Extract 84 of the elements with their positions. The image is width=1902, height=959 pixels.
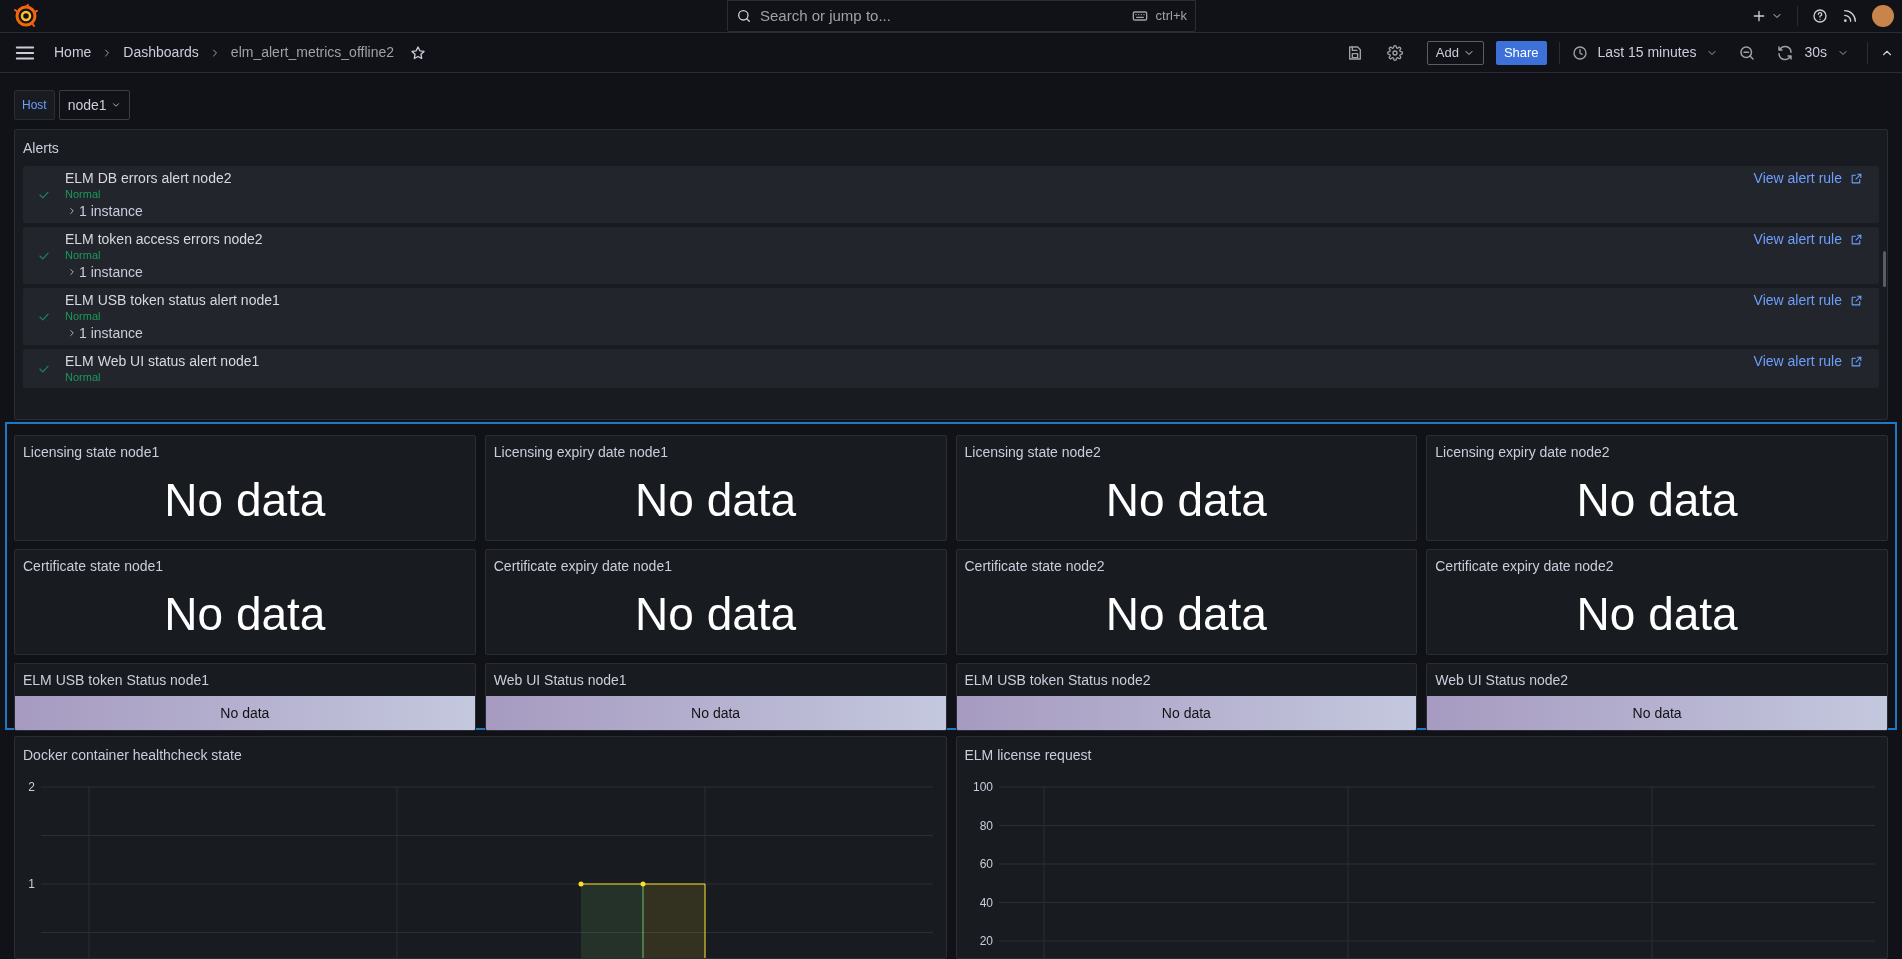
panel-title: Certificate expiry date node2 xyxy=(1434,556,1615,576)
y-axis-label: 40 xyxy=(979,895,993,910)
panel-title: Licensing state node2 xyxy=(963,442,1102,462)
alert-name: ELM Web UI status alert node1 xyxy=(65,352,260,370)
stat-value: No data xyxy=(634,473,798,528)
add-button[interactable]: Add xyxy=(1426,40,1484,65)
rss-icon[interactable] xyxy=(1842,8,1858,24)
chevron-right-icon xyxy=(67,206,77,216)
save-icon[interactable] xyxy=(1346,44,1363,61)
panel-title: ELM USB token Status node1 xyxy=(22,670,210,690)
status-bar: No data xyxy=(485,696,946,730)
panel-title: Docker container healthcheck state xyxy=(22,745,243,765)
breadcrumb-link[interactable]: Home xyxy=(54,42,92,63)
variable-label: Host xyxy=(14,90,55,120)
stat-value: No data xyxy=(1575,587,1739,642)
zoom-out-icon[interactable] xyxy=(1738,43,1757,62)
host-dropdown[interactable]: node1 xyxy=(58,90,130,120)
panel-title: Web UI Status node1 xyxy=(492,670,628,690)
new-button[interactable] xyxy=(1751,8,1783,24)
search-input[interactable]: Search or jump to... xyxy=(760,4,1124,28)
alert-name: ELM DB errors alert node2 xyxy=(65,169,232,187)
y-axis-label: 80 xyxy=(979,818,993,833)
y-axis-label: 100 xyxy=(972,780,993,794)
alert-state: Normal xyxy=(65,370,102,385)
view-alert-rule-link[interactable]: View alert rule xyxy=(1753,230,1863,248)
breadcrumb-link[interactable]: Dashboards xyxy=(123,42,199,63)
external-link-icon xyxy=(1850,171,1863,185)
status-bar: No data xyxy=(956,696,1417,730)
instances-toggle[interactable]: 1 instance xyxy=(67,324,280,342)
shortcut-hint: ctrl+k xyxy=(1155,7,1187,26)
y-axis-label: 2 xyxy=(28,780,35,794)
y-axis-label: 1 xyxy=(28,877,35,891)
chevron-right-icon xyxy=(67,267,77,277)
instances-toggle[interactable]: 1 instance xyxy=(67,263,263,281)
settings-icon[interactable] xyxy=(1386,44,1403,61)
view-alert-rule-link[interactable]: View alert rule xyxy=(1753,352,1863,370)
view-alert-rule-link[interactable]: View alert rule xyxy=(1753,169,1863,187)
share-button[interactable]: Share xyxy=(1495,40,1547,65)
panel-title: Certificate state node1 xyxy=(22,556,165,576)
clock-icon xyxy=(1571,44,1588,61)
help-icon[interactable] xyxy=(1812,8,1828,24)
status-bar: No data xyxy=(1427,696,1887,730)
panel-title: Alerts xyxy=(22,138,60,158)
panel-title: Licensing expiry date node2 xyxy=(1434,442,1611,462)
stat-value: No data xyxy=(1104,473,1268,528)
panel-title: Licensing state node1 xyxy=(22,442,161,462)
keyboard-icon xyxy=(1131,8,1148,24)
stat-value: No data xyxy=(634,587,798,642)
stat-value: No data xyxy=(1575,473,1739,528)
refresh-icon xyxy=(1776,43,1795,62)
status-bar: No data xyxy=(15,696,475,730)
alert-state: Normal xyxy=(65,309,102,324)
external-link-icon xyxy=(1850,293,1863,307)
view-alert-rule-link[interactable]: View alert rule xyxy=(1753,291,1863,309)
search-field[interactable]: Search or jump to... ctrl+k xyxy=(727,0,1196,32)
plus-icon xyxy=(1751,8,1767,24)
caret-icon xyxy=(110,100,121,110)
logo-icon[interactable] xyxy=(14,4,38,28)
chevron-right-icon xyxy=(67,328,77,338)
stat-value: No data xyxy=(163,473,327,528)
time-range-picker[interactable]: Last 15 minutes xyxy=(1571,42,1719,63)
panel-title: Licensing expiry date node1 xyxy=(492,442,670,462)
refresh-picker[interactable]: 30s xyxy=(1776,42,1849,63)
panel-title: Certificate expiry date node1 xyxy=(492,556,673,576)
panel-title: Web UI Status node2 xyxy=(1434,670,1570,690)
alert-state: Normal xyxy=(65,248,102,263)
panel-title: ELM license request xyxy=(963,745,1093,765)
panel-title: ELM USB token Status node2 xyxy=(963,670,1152,690)
alert-name: ELM token access errors node2 xyxy=(65,230,263,248)
y-axis-label: 60 xyxy=(979,857,993,871)
star-icon[interactable] xyxy=(410,44,426,61)
external-link-icon xyxy=(1850,354,1863,368)
avatar[interactable] xyxy=(1872,5,1894,27)
panel-title: Certificate state node2 xyxy=(963,556,1106,576)
instances-toggle[interactable]: 1 instance xyxy=(67,202,232,220)
stat-value: No data xyxy=(1104,587,1268,642)
breadcrumb-current: elm_alert_metrics_offline2 xyxy=(230,43,394,62)
stat-value: No data xyxy=(163,587,327,642)
alert-state: Normal xyxy=(65,187,102,202)
scrollbar-thumb[interactable] xyxy=(1883,251,1886,287)
alert-name: ELM USB token status alert node1 xyxy=(65,291,280,309)
external-link-icon xyxy=(1850,232,1863,246)
y-axis-label: 20 xyxy=(979,934,993,948)
search-icon xyxy=(736,8,752,24)
